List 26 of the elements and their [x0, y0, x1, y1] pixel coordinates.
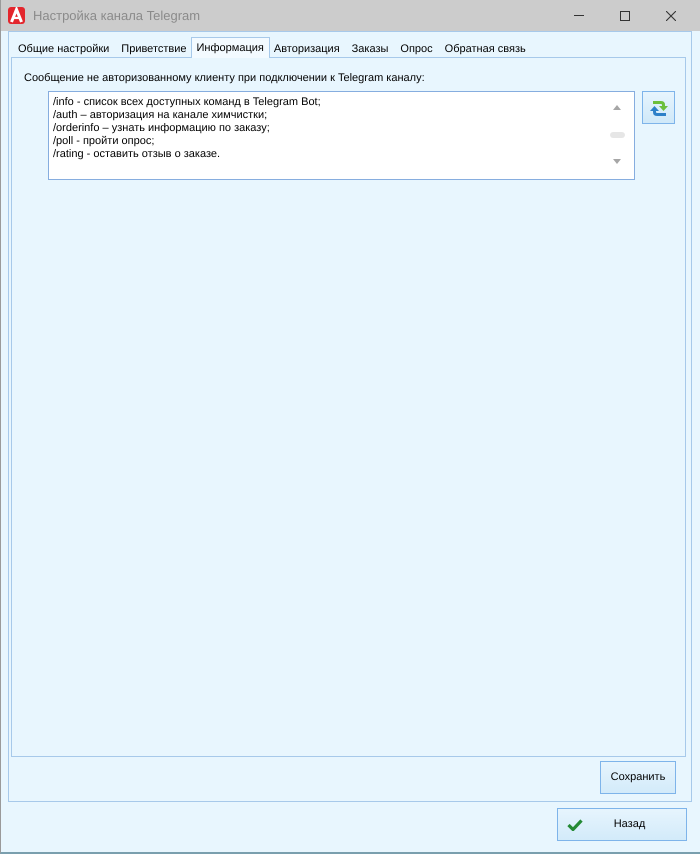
minimize-icon — [574, 15, 584, 16]
check-icon — [567, 818, 583, 830]
tab[interactable]: Информация — [190, 37, 270, 58]
field-text-line: /rating - оставить отзыв о заказе. — [53, 148, 222, 161]
message-field[interactable]: /info - список всех доступных команд в Telegram Bot; /auth – авторизация на канале химчистки; /orderinfo – узнать информацию по заказу; /poll - пройти опрос; /rating - оставить отзыв о заказе. — [48, 91, 635, 180]
save-button[interactable]: Сохранить — [600, 761, 676, 794]
field-label: Сообщение не авторизованному клиенту при подключении к Telegram каналу: — [24, 71, 426, 85]
close-icon — [666, 10, 676, 20]
app-logo-icon — [8, 7, 25, 24]
field-text-line: /orderinfo – узнать информацию по заказу; — [53, 122, 271, 135]
tab[interactable]: Общие настройки — [12, 40, 116, 57]
scrollbar-thumb[interactable] — [610, 132, 624, 138]
maximize-icon — [620, 10, 630, 20]
scroll-down-icon[interactable] — [613, 159, 621, 164]
tab[interactable]: Опрос — [394, 40, 439, 57]
field-text-line: /info - список всех доступных команд в Telegram Bot; — [53, 96, 322, 109]
tab[interactable]: Приветствие — [115, 40, 192, 57]
field-text-line: /poll - пройти опрос; — [53, 135, 156, 148]
tab[interactable]: Обратная связь — [438, 40, 532, 57]
window-title: Настройка канала Telegram — [33, 8, 200, 24]
refresh-button[interactable] — [642, 91, 675, 124]
tab[interactable]: Заказы — [346, 40, 394, 57]
scroll-up-icon[interactable] — [613, 105, 621, 110]
field-text-line: /auth – авторизация на канале химчистки; — [53, 109, 268, 122]
tab[interactable]: Авторизация — [268, 40, 346, 57]
back-button[interactable]: Назад — [557, 808, 687, 841]
